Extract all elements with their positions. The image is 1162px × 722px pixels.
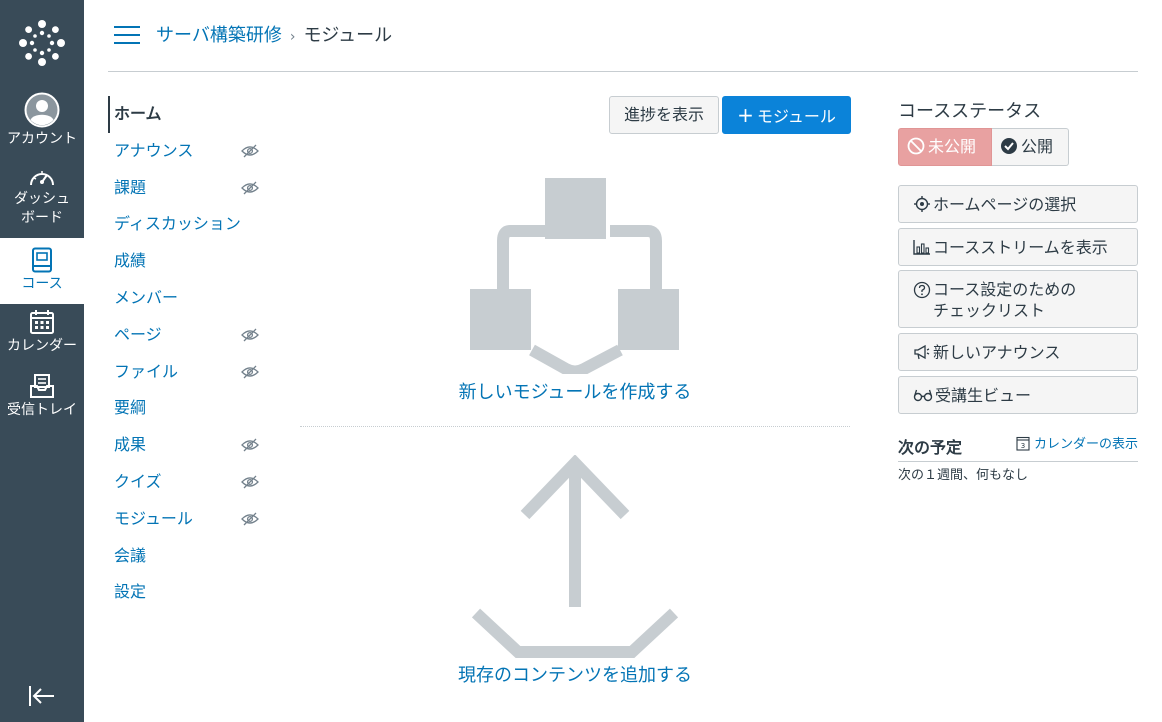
question-icon [913,281,931,299]
stream-chart-icon [913,240,930,255]
hidden-eye-icon [241,328,259,342]
breadcrumb: サーバ構築研修 › モジュール [156,24,392,49]
global-nav-account-label: アカウント [7,131,77,147]
global-nav-inbox[interactable]: 受信トレイ [0,373,84,425]
check-circle-icon [1001,138,1017,154]
choose-home-page-button[interactable]: ホームページの選択 [898,185,1138,223]
calendar-small-icon: 3 [1016,436,1030,451]
student-view-button[interactable]: 受講生ビュー [898,376,1138,414]
view-calendar-label: カレンダーの表示 [1033,437,1138,452]
global-nav-account[interactable]: アカウント [0,92,84,156]
breadcrumb-current: モジュール [303,25,393,46]
breadcrumb-separator: › [289,29,296,45]
course-nav-item[interactable]: ホーム [108,96,278,133]
course-nav-label: 要綱 [114,398,147,418]
course-nav-label: ページ [114,324,162,344]
glasses-icon [913,389,933,402]
course-nav-label: 成果 [114,435,147,455]
global-nav-dashboard-label-2: ボード [21,210,63,226]
hamburger-menu-icon[interactable] [114,25,140,45]
course-nav-label: アナウンス [114,140,194,160]
course-status-title: コースステータス [898,101,1042,122]
global-nav-calendar-label: カレンダー [7,338,77,354]
course-nav-item[interactable]: 課題 [108,170,278,207]
page-header: サーバ構築研修 › モジュール [108,0,1138,72]
upload-arrow-icon [471,455,679,658]
ban-icon [907,137,925,155]
coming-up-header: 次の予定 3 カレンダーの表示 [898,432,1138,462]
course-nav-label: 成績 [114,251,147,271]
global-nav: アカウント ダッシュ ボード コース カレンダー 受信トレイ [0,0,84,722]
hidden-eye-icon [241,144,259,158]
unpublish-label: 未公開 [928,137,977,156]
course-nav-item[interactable]: 設定 [108,574,278,611]
course-setup-checklist-label: コース設定のための チェックリスト [933,280,1077,320]
global-nav-inbox-label: 受信トレイ [7,402,77,418]
global-nav-calendar[interactable]: カレンダー [0,309,84,361]
add-module-button[interactable]: + モジュール [722,96,851,134]
course-nav-label: 会議 [114,545,147,565]
target-icon [914,196,930,212]
course-nav: ホームアナウンス課題ディスカッション 成績メンバーページファイル要綱成果クイズモジ… [108,96,278,611]
course-nav-label: ホーム [114,104,162,123]
canvas-logo-icon[interactable] [17,18,67,68]
global-nav-courses[interactable]: コース [0,238,84,304]
calendar-icon [30,310,54,334]
course-nav-label: ディスカッション [114,214,241,234]
course-nav-label: クイズ [114,471,162,491]
calendar-small-day: 3 [1021,442,1025,450]
hidden-eye-icon [241,438,259,452]
hidden-eye-icon [241,475,259,489]
course-nav-item[interactable]: ページ [108,317,278,354]
course-nav-label: 設定 [114,582,147,602]
course-nav-item[interactable]: ファイル [108,354,278,391]
dashboard-gauge-icon [30,171,54,186]
global-nav-courses-label: コース [21,276,63,292]
course-nav-label: 課題 [114,177,147,197]
new-announcement-button[interactable]: 新しいアナウンス [898,333,1138,371]
global-nav-dashboard-label-1: ダッシュ [14,191,70,207]
course-nav-item[interactable]: 要綱 [108,390,278,427]
hidden-eye-icon [241,365,259,379]
coming-up-title: 次の予定 [898,438,963,457]
course-nav-item[interactable]: 成果 [108,427,278,464]
hidden-eye-icon [241,512,259,526]
collapse-nav-icon[interactable] [26,682,58,710]
add-module-plus: + [737,103,754,127]
student-view-label: 受講生ビュー [935,385,1032,405]
course-nav-item[interactable]: 会議 [108,538,278,575]
course-nav-item[interactable]: クイズ [108,464,278,501]
view-progress-button[interactable]: 進捗を表示 [609,96,719,134]
course-setup-checklist-button[interactable]: コース設定のための チェックリスト [898,270,1138,328]
course-nav-item[interactable]: 成績 [108,243,278,280]
course-nav-label: モジュール [114,508,193,528]
course-nav-item[interactable]: ディスカッション [108,206,278,243]
choose-home-page-label: ホームページの選択 [933,194,1077,214]
hidden-eye-icon [241,181,259,195]
modules-illustration-icon [470,178,679,374]
course-nav-label: ファイル [114,361,179,381]
megaphone-icon [914,344,930,360]
avatar-icon [24,92,60,128]
breadcrumb-course-link[interactable]: サーバ構築研修 [156,25,282,46]
new-announcement-label: 新しいアナウンス [933,342,1061,362]
add-existing-content-link[interactable]: 現存のコンテンツを追加する [300,661,850,687]
inbox-icon [30,374,54,398]
coming-up-empty-text: 次の１週間、何もなし [898,468,1029,483]
course-nav-item[interactable]: モジュール [108,501,278,538]
view-course-stream-button[interactable]: コースストリームを表示 [898,228,1138,266]
course-nav-item[interactable]: メンバー [108,280,278,317]
content-divider [300,426,850,427]
view-course-stream-label: コースストリームを表示 [933,237,1108,257]
create-module-link[interactable]: 新しいモジュールを作成する [300,378,850,404]
add-module-label: モジュール [756,107,836,126]
book-icon [32,247,52,273]
view-calendar-link[interactable]: 3 カレンダーの表示 [1016,433,1138,452]
publish-label: 公開 [1021,137,1054,156]
course-nav-label: メンバー [114,287,179,307]
publish-button[interactable]: 公開 [992,128,1069,166]
global-nav-dashboard[interactable]: ダッシュ ボード [0,166,84,232]
unpublish-button[interactable]: 未公開 [898,128,992,166]
course-nav-item[interactable]: アナウンス [108,133,278,170]
